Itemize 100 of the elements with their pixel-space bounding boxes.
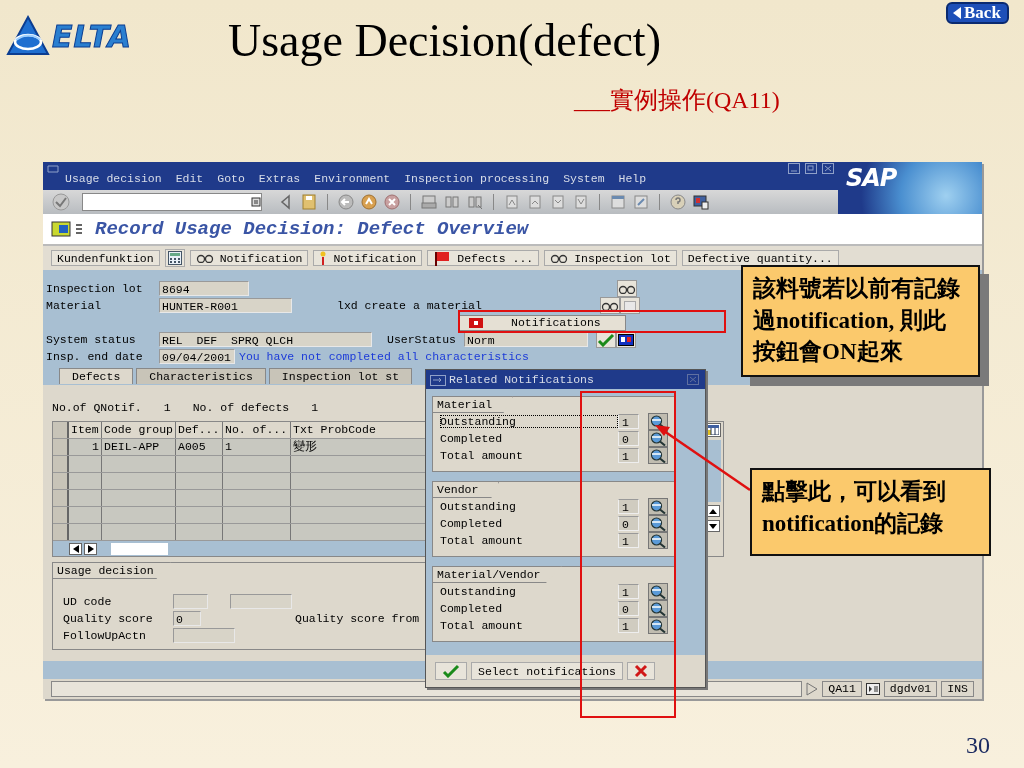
table-cell (223, 524, 291, 540)
row-selector[interactable] (53, 439, 69, 455)
display-list-button[interactable] (648, 600, 668, 617)
toolbar-button[interactable]: Defects ... (427, 250, 540, 266)
down-arrow-icon (709, 523, 717, 529)
material-field[interactable]: HUNTER-R001 (159, 298, 292, 313)
field-label: Quality score from (295, 612, 420, 625)
scroll-thumb[interactable] (111, 542, 168, 555)
glasses-icon (618, 283, 636, 294)
table-cell (176, 456, 223, 472)
cancel-circle-icon[interactable] (383, 193, 401, 211)
cancel-button[interactable] (627, 662, 656, 680)
display-list-button[interactable] (648, 498, 668, 515)
glasses-icon (195, 253, 214, 263)
shortcut-icon[interactable] (632, 193, 650, 211)
close-icon[interactable] (687, 374, 699, 385)
expand-triangle-icon[interactable] (806, 682, 819, 696)
exit-icon[interactable] (360, 193, 378, 211)
count-field: 1 (618, 414, 639, 429)
count-label: Total amount (440, 619, 524, 632)
restore-icon[interactable] (805, 163, 817, 174)
calculator-button[interactable] (164, 249, 185, 267)
toolbar-button[interactable]: Inspection lot (544, 250, 677, 266)
row-selector[interactable] (53, 490, 69, 506)
toolbar-button[interactable]: Notification (189, 250, 309, 266)
row-selector[interactable] (53, 473, 69, 489)
follow-up-field[interactable] (173, 628, 235, 643)
menu-item[interactable]: Extras (258, 172, 301, 185)
help-icon[interactable] (669, 193, 687, 211)
tab[interactable]: Inspection lot st (268, 368, 413, 384)
calculator-icon (167, 251, 182, 265)
window-menu-icon (47, 165, 59, 173)
column-header[interactable]: No. of... (223, 422, 291, 438)
confirm-button[interactable] (435, 662, 467, 680)
menu-item[interactable]: Edit (175, 172, 204, 185)
table-cell: 1 (69, 439, 102, 455)
end-date-field[interactable]: 09/04/2001 (159, 349, 235, 364)
column-header[interactable]: Code group (102, 422, 176, 438)
ud-code-field[interactable] (173, 594, 208, 609)
scroll-right-button[interactable] (84, 542, 97, 555)
row-selector[interactable] (53, 507, 69, 523)
command-field[interactable] (82, 193, 262, 211)
server-name: dgdv01 (883, 681, 938, 697)
minimize-icon[interactable] (788, 163, 800, 174)
tab[interactable]: Defects (59, 368, 134, 384)
display-list-button[interactable] (648, 515, 668, 532)
find-icon[interactable] (443, 193, 461, 211)
field-label: Material (45, 299, 103, 312)
column-header[interactable]: Item (69, 422, 102, 438)
inspection-lot-field[interactable]: 8694 (159, 281, 249, 296)
ud-text-field[interactable] (230, 594, 292, 609)
display-list-button[interactable] (648, 532, 668, 549)
row-selector[interactable] (53, 456, 69, 472)
field-label: UD code (63, 595, 113, 608)
display-button[interactable] (617, 280, 637, 297)
toolbar-button[interactable]: Defective quantity... (681, 250, 839, 266)
menu-item[interactable]: Usage decision (65, 172, 162, 185)
back-button[interactable]: Back (946, 2, 1009, 24)
first-page-icon[interactable] (503, 193, 521, 211)
menu-item[interactable]: Inspection processing (404, 172, 550, 185)
close-icon[interactable] (822, 163, 834, 174)
count-field: 1 (618, 584, 639, 599)
menu-item[interactable]: Goto (217, 172, 245, 185)
checkmark-icon (597, 332, 615, 347)
layout-icon[interactable] (692, 193, 710, 211)
quality-score-field[interactable]: 0 (173, 611, 201, 626)
window-icon (618, 333, 634, 346)
flag-icon (433, 250, 452, 266)
count-value: 1 (311, 401, 319, 416)
display-list-button[interactable] (648, 447, 668, 464)
previous-page-icon[interactable] (526, 193, 544, 211)
print-icon[interactable] (420, 193, 438, 211)
group-title: Material (432, 396, 514, 413)
magnifier-icon (650, 601, 666, 616)
callout-note: 點擊此，可以看到notification的記錄 (750, 468, 991, 556)
session-icon[interactable] (865, 683, 880, 695)
display-list-button[interactable] (648, 430, 668, 447)
find-next-icon[interactable] (466, 193, 484, 211)
menu-item[interactable]: Environment (314, 172, 391, 185)
display-list-button[interactable] (648, 583, 668, 600)
toolbar-button[interactable]: Kundenfunktion (51, 250, 160, 266)
notifications-button[interactable]: Notifications (458, 314, 626, 331)
menu-item[interactable]: System (563, 172, 605, 185)
save-icon[interactable] (300, 193, 318, 211)
enter-check-icon[interactable] (51, 193, 71, 211)
menu-item[interactable]: Help (618, 172, 647, 185)
column-header[interactable]: Def... (176, 422, 223, 438)
count-label: Completed (440, 517, 504, 530)
scroll-left-button[interactable] (69, 542, 82, 555)
toolbar-button[interactable]: Notification (313, 250, 423, 266)
last-page-icon[interactable] (572, 193, 590, 211)
row-selector[interactable] (53, 422, 69, 438)
system-status-field[interactable]: REL DEF SPRQ QLCH (159, 332, 372, 347)
new-session-icon[interactable] (609, 193, 627, 211)
back-icon[interactable] (337, 193, 355, 211)
tab[interactable]: Characteristics (136, 368, 266, 384)
next-page-icon[interactable] (549, 193, 567, 211)
display-list-button[interactable] (648, 617, 668, 634)
glasses-icon (600, 300, 619, 311)
blank-page-icon (623, 300, 636, 311)
